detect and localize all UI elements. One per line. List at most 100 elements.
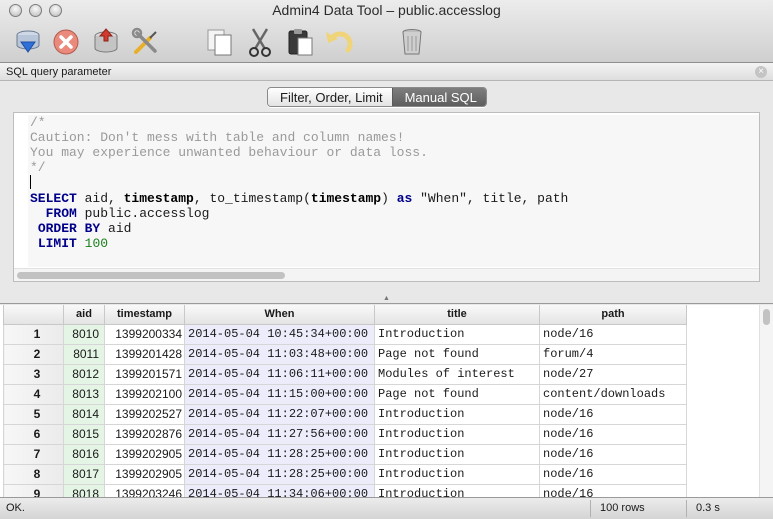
cell-path[interactable]: content/downloads [539,384,687,405]
sql-text: "When", title, path [412,191,569,206]
refresh-button[interactable] [10,24,46,60]
status-divider [686,500,687,517]
table-row[interactable]: 6 8015 1399202876 2014-05-04 11:27:56+00:00… [3,424,687,445]
cell-timestamp[interactable]: 1399202876 [104,424,185,445]
sql-text: ) [381,191,397,206]
row-number[interactable]: 3 [3,364,64,385]
row-number[interactable]: 1 [3,324,64,345]
editor-scroll-thumb[interactable] [17,272,285,279]
paste-button[interactable] [282,24,318,60]
grid-scroll-thumb[interactable] [763,309,770,325]
cell-timestamp[interactable]: 1399200334 [104,324,185,345]
cell-aid[interactable]: 8013 [63,384,105,405]
delete-button[interactable] [394,24,430,60]
cell-aid[interactable]: 8015 [63,424,105,445]
cell-title[interactable]: Introduction [374,424,540,445]
undo-button[interactable] [320,24,356,60]
cell-when[interactable]: 2014-05-04 11:27:56+00:00 [184,424,375,445]
cell-timestamp[interactable]: 1399201428 [104,344,185,365]
cell-when[interactable]: 2014-05-04 11:28:25+00:00 [184,464,375,485]
stop-icon [53,29,79,55]
cell-path[interactable]: node/16 [539,324,687,345]
row-number[interactable]: 5 [3,404,64,425]
table-row[interactable]: 1 8010 1399200334 2014-05-04 10:45:34+00:00… [3,324,687,345]
editor-horizontal-scrollbar[interactable] [14,268,759,281]
table-row[interactable]: 3 8012 1399201571 2014-05-04 11:06:11+00:00… [3,364,687,385]
row-number[interactable]: 7 [3,444,64,465]
tab-filter-order-limit[interactable]: Filter, Order, Limit [268,88,392,106]
cell-when[interactable]: 2014-05-04 11:22:07+00:00 [184,404,375,425]
cell-path[interactable]: node/16 [539,444,687,465]
clipboard-icon [288,29,313,56]
table-row[interactable]: 5 8014 1399202527 2014-05-04 11:22:07+00:00… [3,404,687,425]
cell-timestamp[interactable]: 1399202527 [104,404,185,425]
cell-when[interactable]: 2014-05-04 11:15:00+00:00 [184,384,375,405]
database-download-icon [16,30,40,53]
cell-timestamp[interactable]: 1399202905 [104,464,185,485]
row-number[interactable]: 2 [3,344,64,365]
table-row[interactable]: 4 8013 1399202100 2014-05-04 11:15:00+00:00… [3,384,687,405]
cell-aid[interactable]: 8010 [63,324,105,345]
cut-button[interactable] [242,24,278,60]
cell-timestamp[interactable]: 1399201571 [104,364,185,385]
cell-aid[interactable]: 8017 [63,464,105,485]
cell-title[interactable]: Page not found [374,344,540,365]
tab-manual-sql[interactable]: Manual SQL [391,88,486,106]
table-row[interactable]: 7 8016 1399202905 2014-05-04 11:28:25+00:00… [3,444,687,465]
row-number[interactable]: 9 [3,484,64,497]
table-row[interactable]: 9 8018 1399203246 2014-05-04 11:34:06+00:00… [3,484,687,497]
cell-aid[interactable]: 8018 [63,484,105,497]
cell-title[interactable]: Page not found [374,384,540,405]
cell-path[interactable]: node/27 [539,364,687,385]
tools-button[interactable] [128,24,164,60]
column-header-aid[interactable]: aid [63,305,105,325]
cell-path[interactable]: node/16 [539,464,687,485]
sql-keyword: LIMIT [37,236,77,251]
cell-timestamp[interactable]: 1399202905 [104,444,185,465]
cell-aid[interactable]: 8016 [63,444,105,465]
data-grid: aid timestamp When title path 1 8010 13992… [3,305,687,497]
save-data-button[interactable] [88,24,124,60]
cell-when[interactable]: 2014-05-04 11:06:11+00:00 [184,364,375,385]
sql-editor-frame: /* Caution: Don't mess with table and co… [13,112,760,282]
table-row[interactable]: 2 8011 1399201428 2014-05-04 11:03:48+00:00… [3,344,687,365]
cell-timestamp[interactable]: 1399203246 [104,484,185,497]
cell-path[interactable]: node/16 [539,484,687,497]
cell-path[interactable]: forum/4 [539,344,687,365]
row-number[interactable]: 4 [3,384,64,405]
column-header-title[interactable]: title [374,305,540,325]
cell-when[interactable]: 2014-05-04 11:28:25+00:00 [184,444,375,465]
cell-when[interactable]: 2014-05-04 11:03:48+00:00 [184,344,375,365]
cell-aid[interactable]: 8012 [63,364,105,385]
sql-editor[interactable]: /* Caution: Don't mess with table and co… [28,115,759,267]
sql-comment-line: Caution: Don't mess with table and colum… [30,130,405,145]
cell-when[interactable]: 2014-05-04 11:34:06+00:00 [184,484,375,497]
sql-comment-line: You may experience unwanted behaviour or… [30,145,428,160]
row-number[interactable]: 6 [3,424,64,445]
column-header-path[interactable]: path [539,305,687,325]
pane-splitter[interactable]: ▲ [0,294,773,304]
grid-vertical-scrollbar[interactable] [759,305,773,497]
column-header-when[interactable]: When [184,305,375,325]
cell-timestamp[interactable]: 1399202100 [104,384,185,405]
table-row[interactable]: 8 8017 1399202905 2014-05-04 11:28:25+00:00… [3,464,687,485]
panel-close-icon[interactable]: × [755,66,767,78]
row-number[interactable]: 8 [3,464,64,485]
status-message: OK. [6,502,25,514]
cell-when[interactable]: 2014-05-04 10:45:34+00:00 [184,324,375,345]
cell-title[interactable]: Modules of interest [374,364,540,385]
cell-title[interactable]: Introduction [374,484,540,497]
copy-button[interactable] [202,24,238,60]
cell-path[interactable]: node/16 [539,424,687,445]
column-header-timestamp[interactable]: timestamp [104,305,185,325]
cell-path[interactable]: node/16 [539,404,687,425]
cancel-button[interactable] [48,24,84,60]
sql-comment-line: /* [30,115,46,130]
cell-title[interactable]: Introduction [374,444,540,465]
cell-title[interactable]: Introduction [374,324,540,345]
cell-aid[interactable]: 8011 [63,344,105,365]
cell-title[interactable]: Introduction [374,404,540,425]
cell-aid[interactable]: 8014 [63,404,105,425]
cell-title[interactable]: Introduction [374,464,540,485]
row-header-corner[interactable] [3,305,64,325]
